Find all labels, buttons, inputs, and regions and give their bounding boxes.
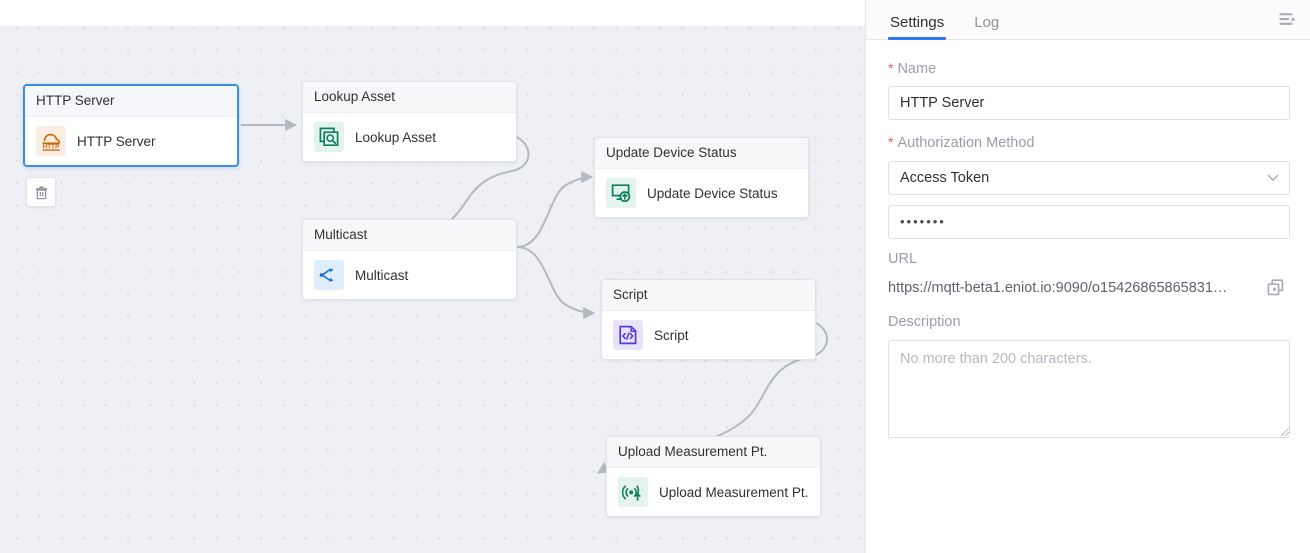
node-title: Lookup Asset — [303, 82, 516, 113]
node-title: Upload Measurement Pt. — [607, 437, 820, 468]
authorization-method-label: * Authorization Method — [888, 134, 1290, 152]
node-title: Update Device Status — [595, 138, 808, 169]
settings-form: * Name HTTP Server * Authorization Method … — [866, 40, 1310, 553]
node-body: Update Device Status — [595, 169, 808, 217]
flow-editor-app: HTTP Server HTTP HTTP Server Lookup Asse… — [0, 0, 1310, 553]
delete-node-button[interactable] — [26, 177, 56, 207]
node-label: Script — [654, 327, 689, 343]
flow-canvas[interactable]: HTTP Server HTTP HTTP Server Lookup Asse… — [0, 26, 865, 553]
node-body: HTTP HTTP Server — [25, 117, 237, 165]
node-body: Lookup Asset — [303, 113, 516, 161]
required-asterisk: * — [888, 60, 894, 76]
node-label: Update Device Status — [647, 185, 778, 201]
upload-measurement-icon — [618, 477, 648, 507]
copy-icon[interactable] — [1264, 276, 1286, 298]
node-body: Multicast — [303, 251, 516, 299]
access-token-input[interactable]: ••••••• — [888, 204, 1290, 239]
field-authorization-method: * Authorization Method Access Token •••••… — [888, 134, 1290, 239]
flow-node-script[interactable]: Script Script — [601, 279, 816, 360]
collapse-panel-icon[interactable] — [1276, 8, 1300, 32]
trash-icon — [35, 186, 47, 199]
node-label: HTTP Server — [77, 133, 156, 149]
url-row: https://mqtt-beta1.eniot.io:9090/o154268… — [888, 276, 1290, 298]
required-asterisk: * — [888, 134, 894, 151]
node-title: Script — [602, 280, 815, 311]
node-label: Upload Measurement Pt. — [659, 484, 809, 500]
tab-log[interactable]: Log — [972, 15, 1001, 39]
node-body: Upload Measurement Pt. — [607, 468, 820, 516]
http-cloud-icon: HTTP — [36, 126, 66, 156]
update-device-status-icon — [606, 178, 636, 208]
flow-node-multicast[interactable]: Multicast Multicast — [302, 219, 517, 300]
flow-node-http-server[interactable]: HTTP Server HTTP HTTP Server — [23, 84, 239, 167]
flow-node-upload-measurement[interactable]: Upload Measurement Pt. Upload Measuremen… — [606, 436, 821, 517]
node-title: HTTP Server — [25, 86, 237, 117]
panel-tab-bar: Settings Log — [866, 0, 1310, 40]
node-title: Multicast — [303, 220, 516, 251]
node-label: Lookup Asset — [355, 129, 437, 145]
node-label: Multicast — [355, 267, 409, 283]
name-input[interactable]: HTTP Server — [888, 86, 1290, 121]
lookup-asset-icon — [314, 122, 344, 152]
description-textarea[interactable]: No more than 200 characters. — [888, 339, 1290, 438]
authorization-method-select-wrap: Access Token — [888, 160, 1290, 195]
flow-canvas-pane: HTTP Server HTTP HTTP Server Lookup Asse… — [0, 0, 866, 553]
field-description: Description No more than 200 characters. — [888, 314, 1290, 455]
field-name: * Name HTTP Server — [888, 60, 1290, 121]
resize-grip-icon[interactable] — [1279, 426, 1290, 437]
canvas-toolbar — [0, 0, 865, 26]
flow-node-lookup-asset[interactable]: Lookup Asset Lookup Asset — [302, 81, 517, 162]
node-body: Script — [602, 311, 815, 359]
description-label: Description — [888, 314, 961, 331]
flow-node-update-device-status[interactable]: Update Device Status Update Device Statu… — [594, 137, 809, 218]
name-label-text: Name — [897, 61, 937, 77]
name-label: * Name — [888, 60, 1290, 78]
authorization-method-select[interactable]: Access Token — [888, 160, 1290, 195]
url-label: URL — [888, 250, 918, 267]
authorization-method-label-text: Authorization Method — [897, 135, 1035, 152]
tab-settings[interactable]: Settings — [888, 15, 947, 40]
multicast-icon — [314, 260, 344, 290]
script-icon — [613, 320, 643, 350]
url-value: https://mqtt-beta1.eniot.io:9090/o154268… — [888, 280, 1228, 297]
field-url: URL https://mqtt-beta1.eniot.io:9090/o15… — [888, 251, 1290, 298]
settings-panel: Settings Log * Name HTTP Server * Author… — [866, 0, 1310, 553]
